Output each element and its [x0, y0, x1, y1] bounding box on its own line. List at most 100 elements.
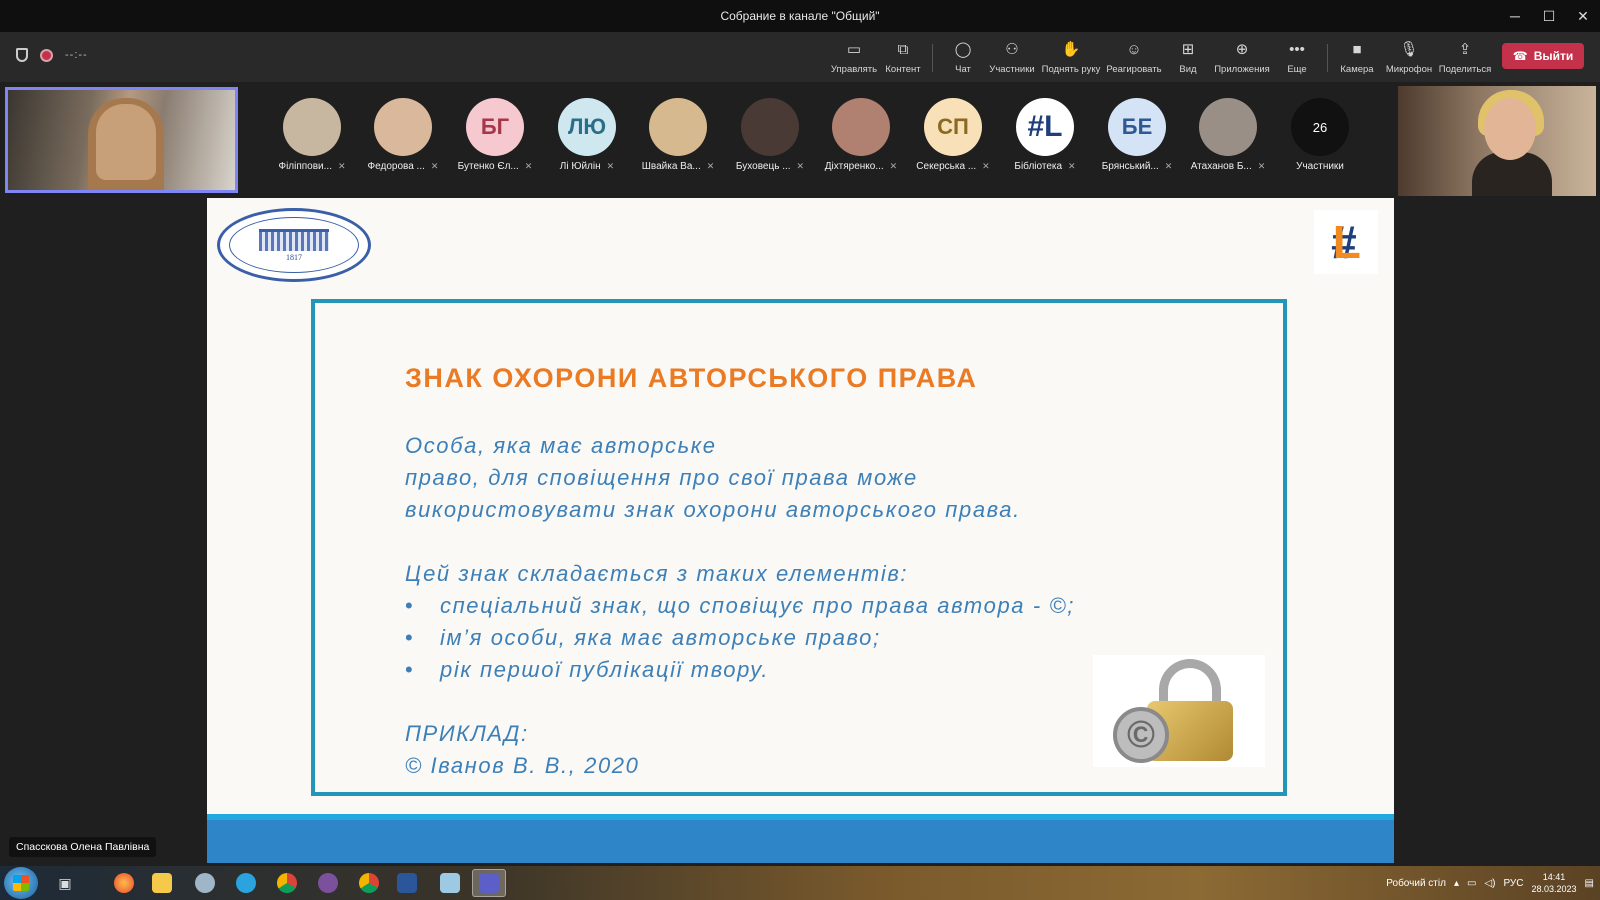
participants-button[interactable]: ⚇ Участники [979, 40, 1045, 75]
participant-strip: Філіппови... ✕ Федорова ... ✕ БГ Бутенко Є… [0, 82, 1600, 196]
copyright-icon: © [1113, 707, 1169, 763]
slide-title: ЗНАК ОХОРОНИ АВТОРСЬКОГО ПРАВА [405, 363, 978, 393]
meeting-timer: --:-- [65, 49, 88, 61]
participant-name: Атаханов Б... [1190, 161, 1252, 172]
participant-name: Бутенко Єл... [457, 161, 519, 172]
participant-tile[interactable]: ЛЮ Лі Юйлін ✕ [541, 98, 633, 172]
maximize-icon[interactable]: ☐ [1532, 0, 1566, 32]
slide-paragraph-line: право, для сповіщення про свої права мож… [405, 465, 918, 490]
viber-icon[interactable] [311, 869, 345, 897]
volume-icon[interactable]: ◁) [1484, 878, 1495, 889]
window-titlebar: Собрание в канале "Общий" ─ ☐ ✕ [0, 0, 1600, 32]
minimize-icon[interactable]: ─ [1498, 0, 1532, 32]
participant-tile[interactable]: Філіппови... ✕ [266, 98, 358, 172]
tray-expand-icon[interactable]: ▴ [1454, 878, 1459, 889]
participants-more-label: Участники [1296, 161, 1344, 172]
bullet-marker: • [405, 625, 413, 650]
participant-tile[interactable]: Федорова ... ✕ [357, 98, 449, 172]
react-icon: ☺ [1126, 41, 1142, 58]
participant-name: Бібліотека [1014, 161, 1063, 172]
avatar [832, 98, 890, 156]
recording-icon [40, 48, 53, 62]
window-controls: ─ ☐ ✕ [1498, 0, 1600, 32]
desktop-label[interactable]: Робочий стіл [1386, 878, 1446, 889]
copyright-padlock-image: © [1093, 655, 1265, 767]
library-hash-logo: # L [1314, 210, 1378, 274]
participant-name: Буховець ... [735, 161, 791, 172]
share-icon: ⇪ [1458, 41, 1472, 58]
shield-icon [16, 48, 28, 62]
participant-tile[interactable]: #L Бібліотека ✕ [999, 98, 1091, 172]
apps-icon: ⊕ [1235, 41, 1249, 58]
clock-date: 28.03.2023 [1531, 884, 1577, 894]
participant-tile[interactable]: БЕ Брянський... ✕ [1091, 98, 1183, 172]
notes-icon[interactable] [433, 869, 467, 897]
participant-tile[interactable]: Швайка Ва... ✕ [632, 98, 724, 172]
shared-presentation-slide: 1817 # L ЗНАК ОХОРОНИ АВТОРСЬКОГО ПРАВА О… [207, 198, 1394, 863]
notifications-icon[interactable]: ▤ [1585, 878, 1594, 889]
participant-tile[interactable]: Буховець ... ✕ [724, 98, 816, 172]
view-icon: ⊞ [1181, 41, 1195, 58]
more-participants-button[interactable]: 26 Участники [1274, 98, 1366, 172]
raise-hand-button[interactable]: ✋ Поднять руку [1038, 40, 1104, 75]
slide-bullet: спеціальний знак, що сповіщує про права … [440, 593, 1075, 618]
system-tray: Робочий стіл ▴ ▭ ◁) РУС 14:41 28.03.2023… [1386, 866, 1594, 900]
network-icon[interactable]: ▭ [1467, 878, 1476, 889]
avatar [649, 98, 707, 156]
leave-button[interactable]: ☎ Выйти [1502, 43, 1584, 69]
mic-muted-icon: ✕ [1164, 161, 1173, 171]
self-video-tile[interactable] [5, 87, 238, 193]
mic-muted-icon: ✕ [982, 161, 990, 171]
word-icon[interactable] [390, 869, 424, 897]
share-button[interactable]: ⇪ Поделиться [1432, 40, 1498, 75]
more-button[interactable]: ••• Еще [1264, 40, 1330, 75]
participant-tile[interactable]: Діхтяренко... ✕ [815, 98, 907, 172]
avatar: ЛЮ [558, 98, 616, 156]
windows-taskbar: ▣ Робочий стіл ▴ ▭ ◁) РУС 14:41 28.03.20… [0, 866, 1600, 900]
clock[interactable]: 14:41 28.03.2023 [1532, 871, 1577, 895]
avatar [283, 98, 341, 156]
app-icon[interactable] [188, 869, 222, 897]
mic-muted-icon: ✕ [706, 161, 715, 171]
chrome-icon-2[interactable] [352, 869, 386, 897]
chrome-icon[interactable] [270, 869, 304, 897]
windows-start-icon[interactable] [4, 867, 38, 899]
participants-icon: ⚇ [1005, 41, 1019, 58]
content-button[interactable]: ⧉ Контент [870, 40, 936, 75]
clock-time: 14:41 [1542, 872, 1566, 882]
avatar: БГ [466, 98, 524, 156]
explorer-icon[interactable] [145, 869, 179, 897]
participant-name: Філіппови... [278, 161, 332, 172]
content-icon: ⧉ [897, 41, 909, 58]
slide-paragraph-line: використовувати знак охорони авторського… [405, 497, 1021, 522]
university-seal-logo: 1817 [217, 208, 371, 282]
presenter-video-tile[interactable] [1398, 86, 1596, 196]
mic-off-icon: 🎙 [1399, 41, 1419, 58]
mic-muted-icon: ✕ [337, 161, 346, 171]
language-indicator[interactable]: РУС [1503, 878, 1523, 889]
slide-list-intro: Цей знак складається з таких елементів: [405, 561, 909, 586]
participant-name: Швайка Ва... [641, 161, 701, 172]
bullet-marker: • [405, 593, 413, 618]
self-video-face [96, 104, 156, 180]
participant-tile[interactable]: Атаханов Б... ✕ [1182, 98, 1274, 172]
close-icon[interactable]: ✕ [1566, 0, 1600, 32]
participant-name: Секерська ... [916, 161, 977, 172]
participant-tile[interactable]: БГ Бутенко Єл... ✕ [449, 98, 541, 172]
participant-tile[interactable]: СП Секерська ... ✕ [907, 98, 999, 172]
participant-count: 26 [1291, 98, 1349, 156]
presenter-face [1484, 98, 1536, 160]
meeting-toolbar: --:-- ▭ Управлять ⧉ Контент ◯ Чат ⚇ Участник… [0, 32, 1600, 82]
teams-icon[interactable] [472, 869, 506, 897]
mic-muted-icon: ✕ [606, 161, 615, 171]
task-view-icon[interactable]: ▣ [48, 869, 82, 897]
mic-muted-icon: ✕ [1257, 161, 1266, 171]
window-title: Собрание в канале "Общий" [720, 9, 880, 23]
mic-muted-icon: ✕ [524, 161, 533, 171]
firefox-icon[interactable] [107, 869, 141, 897]
share-screen-icon: ▭ [846, 41, 862, 58]
telegram-icon[interactable] [229, 869, 263, 897]
camera-icon: ■ [1352, 41, 1362, 58]
slide-bullet: рік першої публікації твору. [440, 657, 770, 682]
bullet-marker: • [405, 657, 413, 682]
